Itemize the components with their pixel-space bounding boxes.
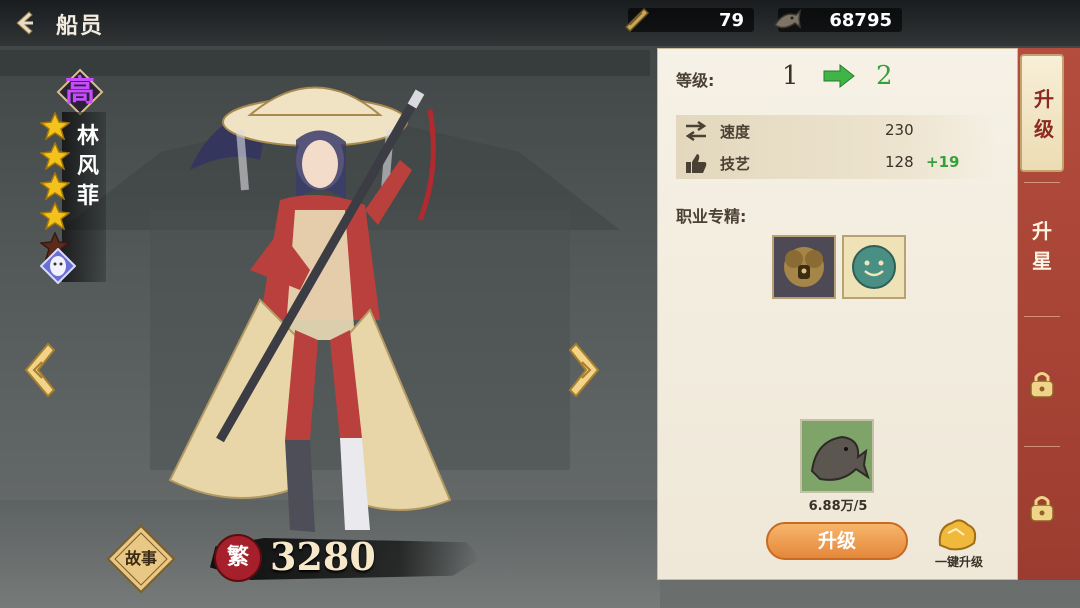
fish-icon <box>810 435 870 481</box>
upgrade-panel: 等级: 1 2 速度 230 技艺 128 +19 职业专精: 6.88万/5 … <box>657 48 1018 580</box>
material-slot[interactable] <box>800 419 874 493</box>
stat-value: 230 <box>885 121 914 139</box>
gold-nugget-icon[interactable] <box>934 515 980 553</box>
tab-star-up[interactable]: 升 星 <box>1018 210 1066 290</box>
stat-bonus: +19 <box>926 153 960 171</box>
hero-portrait <box>168 86 452 532</box>
star-filled-icon <box>40 172 70 200</box>
tab-star-up-label: 升 星 <box>1020 216 1064 276</box>
mask-skill-icon[interactable] <box>40 248 76 284</box>
story-label: 故事 <box>125 549 157 568</box>
back-arrow-icon <box>16 11 33 35</box>
hero-name: 林 风 菲 <box>72 122 104 212</box>
scroll-icon <box>624 7 650 33</box>
tab-upgrade[interactable]: 升 级 <box>1020 54 1064 172</box>
oneclick-upgrade-label[interactable]: 一键升级 <box>926 553 992 570</box>
coin-bag-icon <box>784 247 824 287</box>
tab-upgrade-char: 升 <box>1034 87 1054 111</box>
material-count: 6.88万/5 <box>808 499 868 514</box>
rank-label: 高 <box>65 74 95 109</box>
level-arrow-icon <box>823 63 855 89</box>
power-seal: 繁 <box>214 534 262 582</box>
tab-upgrade-char: 级 <box>1034 117 1054 141</box>
hero-name-char: 风 <box>76 154 99 179</box>
tab-upgrade-label: 升 级 <box>1022 84 1066 144</box>
specialty-label: 职业专精: <box>676 207 747 226</box>
page-title: 船员 <box>56 14 105 39</box>
smiley-icon <box>852 245 896 289</box>
prev-hero-arrow-icon[interactable] <box>18 340 62 400</box>
tab-star-char: 升 <box>1032 219 1052 243</box>
hero-name-char: 林 <box>76 124 99 149</box>
story-button[interactable]: 故事 <box>106 524 176 594</box>
power-value: 3280 <box>270 534 376 579</box>
stat-name: 技艺 <box>720 155 751 173</box>
specialty-slot[interactable] <box>842 235 906 299</box>
tab-divider <box>1024 446 1060 447</box>
hero-name-char: 菲 <box>76 184 99 209</box>
tab-divider <box>1024 182 1060 183</box>
specialty-slot[interactable] <box>772 235 836 299</box>
star-filled-icon <box>40 112 70 140</box>
tab-star-char: 星 <box>1032 249 1052 273</box>
side-tabs: 升 级 升 星 <box>1018 48 1080 580</box>
lock-icon[interactable] <box>1026 492 1058 524</box>
resource-scroll-value: 79 <box>718 10 744 31</box>
upgrade-button[interactable]: 升级 <box>766 522 908 560</box>
resource-fish-value: 68795 <box>829 10 892 31</box>
stat-name: 速度 <box>720 123 751 141</box>
thumbs-up-icon <box>686 154 707 173</box>
star-filled-icon <box>40 142 70 170</box>
fish-icon <box>773 8 802 29</box>
stat-value: 128 <box>885 153 914 171</box>
star-filled-icon <box>40 202 70 230</box>
stat-row-speed: 速度 230 <box>676 115 996 147</box>
resource-fish: 68795 <box>773 8 902 32</box>
back-button[interactable] <box>2 4 46 42</box>
level-label: 等级: <box>676 71 715 90</box>
stat-row-skill: 技艺 128 +19 <box>676 147 996 179</box>
tab-divider <box>1024 316 1060 317</box>
next-hero-arrow-icon[interactable] <box>562 340 606 400</box>
star-rating <box>40 112 72 262</box>
combat-power: 繁 3280 <box>210 530 490 586</box>
lock-icon[interactable] <box>1026 368 1058 400</box>
speed-icon <box>685 120 707 142</box>
top-bar: 船员 79 68795 <box>0 0 1080 46</box>
level-to: 2 <box>876 61 893 91</box>
resource-scroll: 79 <box>624 7 754 33</box>
level-from: 1 <box>782 61 799 91</box>
